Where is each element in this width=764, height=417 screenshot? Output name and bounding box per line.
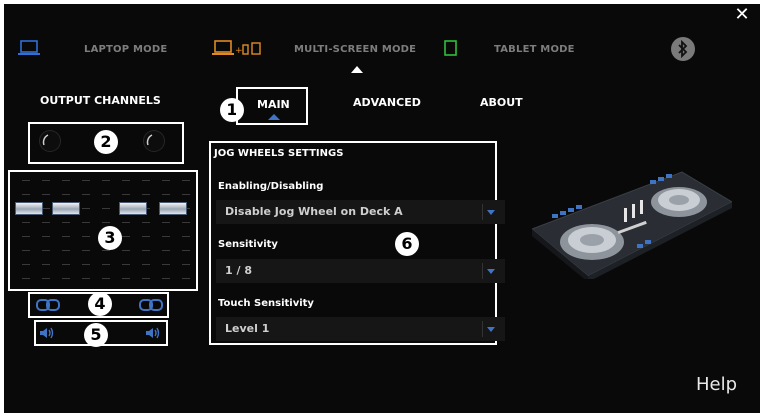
sensitivity-select[interactable]: 1 / 8 bbox=[216, 259, 505, 283]
bluetooth-button[interactable] bbox=[671, 37, 695, 61]
bluetooth-icon bbox=[678, 40, 688, 58]
multi-screen-mode-button[interactable]: + MULTI-SCREEN MODE bbox=[208, 40, 428, 80]
left-channel-knob[interactable] bbox=[39, 130, 61, 152]
sensitivity-label: Sensitivity bbox=[218, 239, 278, 250]
link-icon[interactable] bbox=[36, 299, 60, 311]
channel-faders-panel: 3 bbox=[8, 170, 198, 291]
speaker-panel: 5 bbox=[34, 320, 168, 347]
callout-2: 2 bbox=[94, 130, 118, 154]
callout-3: 3 bbox=[98, 226, 122, 250]
enabling-select[interactable]: Disable Jog Wheel on Deck A bbox=[216, 200, 505, 224]
laptop-mode-label: LAPTOP MODE bbox=[84, 44, 168, 55]
select-divider bbox=[482, 321, 483, 337]
knob-marker-icon bbox=[42, 134, 49, 146]
link-icon[interactable] bbox=[139, 299, 163, 311]
help-link[interactable]: Help bbox=[696, 374, 737, 395]
sensitivity-select-value: 1 / 8 bbox=[225, 264, 252, 277]
laptop-mode-button[interactable]: LAPTOP MODE bbox=[14, 40, 174, 62]
fader-4[interactable] bbox=[159, 202, 187, 215]
chevron-down-icon bbox=[487, 269, 495, 274]
right-channel-knob[interactable] bbox=[143, 130, 165, 152]
close-icon[interactable]: ✕ bbox=[732, 4, 752, 26]
tab-main-label: MAIN bbox=[257, 98, 290, 111]
tablet-mode-button[interactable]: TABLET MODE bbox=[442, 40, 582, 62]
enabling-label: Enabling/Disabling bbox=[218, 181, 324, 192]
tab-main[interactable]: MAIN bbox=[236, 87, 308, 125]
fader-2[interactable] bbox=[52, 202, 80, 215]
tab-about[interactable]: ABOUT bbox=[480, 96, 523, 109]
multi-screen-mode-label: MULTI-SCREEN MODE bbox=[294, 44, 417, 55]
select-divider bbox=[482, 204, 483, 220]
fader-3[interactable] bbox=[119, 202, 147, 215]
dj-controller-image bbox=[532, 171, 732, 279]
tab-advanced[interactable]: ADVANCED bbox=[353, 96, 421, 109]
app-window: ✕ LAPTOP MODE + MULTI-SCREEN MODE TABLET… bbox=[4, 4, 760, 413]
jog-settings-title: JOG WHEELS SETTINGS bbox=[214, 148, 344, 159]
multi-screen-icon: + bbox=[212, 40, 261, 56]
laptop-icon bbox=[18, 40, 40, 55]
tablet-mode-label: TABLET MODE bbox=[494, 44, 575, 55]
tablet-icon bbox=[444, 40, 457, 56]
selected-mode-indicator-icon bbox=[351, 66, 363, 73]
chevron-down-icon bbox=[487, 327, 495, 332]
knob-marker-icon bbox=[146, 134, 153, 146]
selected-tab-indicator-icon bbox=[268, 114, 280, 120]
jog-wheels-settings-panel: JOG WHEELS SETTINGS Enabling/Disabling D… bbox=[209, 141, 505, 345]
output-channels-title: OUTPUT CHANNELS bbox=[40, 94, 161, 107]
callout-4: 4 bbox=[88, 292, 112, 316]
speaker-icon[interactable] bbox=[146, 327, 160, 339]
callout-5: 5 bbox=[84, 323, 108, 347]
select-divider bbox=[482, 263, 483, 279]
svg-text:+: + bbox=[235, 46, 243, 56]
gain-knobs-panel: 2 bbox=[28, 122, 184, 164]
callout-6: 6 bbox=[395, 232, 419, 256]
channel-link-panel: 4 bbox=[28, 292, 169, 318]
enabling-select-value: Disable Jog Wheel on Deck A bbox=[225, 205, 403, 218]
touch-sensitivity-select-value: Level 1 bbox=[225, 322, 270, 335]
speaker-icon[interactable] bbox=[40, 327, 54, 339]
touch-sensitivity-label: Touch Sensitivity bbox=[218, 298, 314, 309]
touch-sensitivity-select[interactable]: Level 1 bbox=[216, 317, 505, 341]
fader-1[interactable] bbox=[15, 202, 43, 215]
chevron-down-icon bbox=[487, 210, 495, 215]
